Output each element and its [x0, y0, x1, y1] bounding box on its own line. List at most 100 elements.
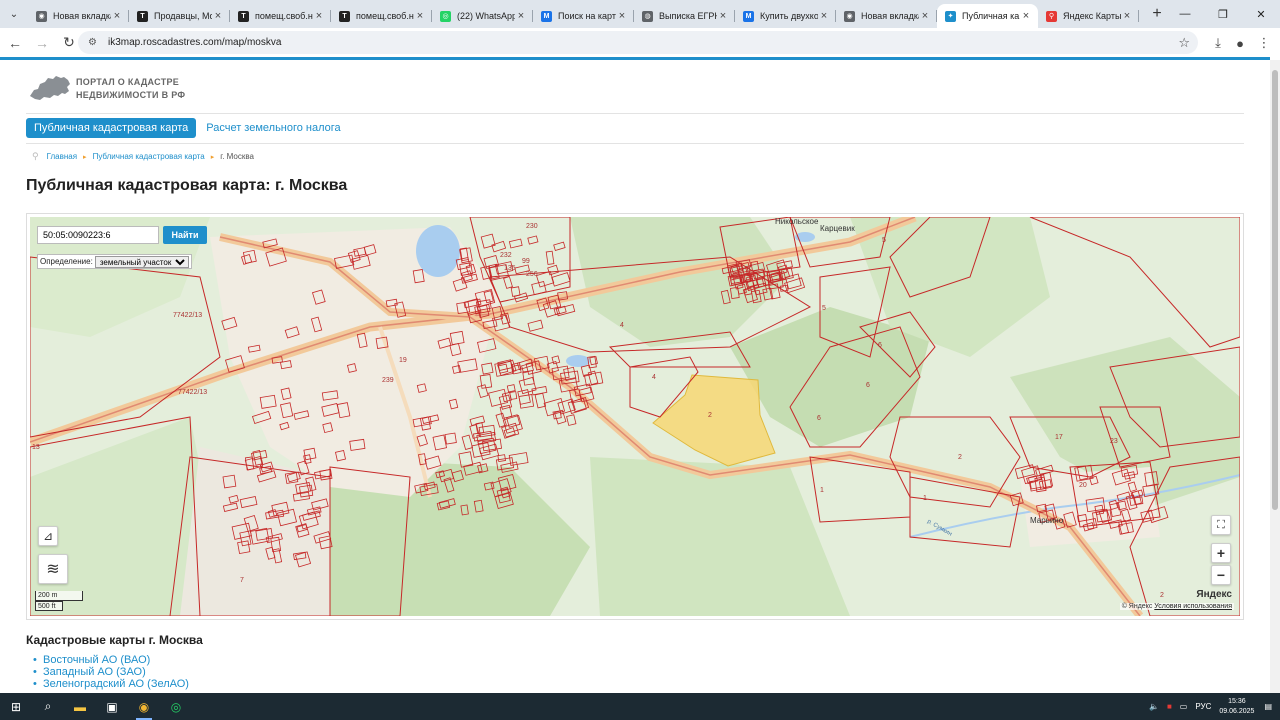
parcel-number-label: 2	[708, 412, 712, 419]
clock-date: 09.06.2025	[1219, 707, 1255, 715]
close-tab-icon[interactable]: ×	[414, 10, 426, 22]
close-tab-icon[interactable]: ×	[919, 10, 931, 22]
tab-title: Продавцы, Мо	[154, 11, 212, 21]
bookmark-star-icon[interactable]: ☆	[1178, 35, 1190, 51]
zoom-out-icon[interactable]: −	[1211, 565, 1231, 585]
map-canvas[interactable]: 4 4 2 5 5 6 6 6 1 1 2 17 23 20 7 2 19 239 77422/13 77422/13…	[30, 217, 1240, 616]
parcel-number-label: 6	[878, 342, 882, 349]
close-tab-icon[interactable]: ×	[818, 10, 830, 22]
map-scale: 200 m 500 ft	[35, 591, 83, 611]
language-indicator[interactable]: РУС	[1195, 702, 1211, 711]
antivirus-icon[interactable]: ■	[1167, 702, 1172, 711]
m-icon: M	[743, 10, 754, 22]
find-button[interactable]: Найти	[163, 226, 207, 244]
browser-menu-icon[interactable]: ⋮	[1252, 31, 1276, 55]
definition-select[interactable]: земельный участок	[94, 255, 189, 268]
browser-tab[interactable]: M Поиск на карт ×	[533, 4, 634, 28]
close-tab-icon[interactable]: ×	[1121, 10, 1133, 22]
tab-title: помещ.своб.н	[255, 11, 313, 21]
parcel-number-label: 23	[1110, 438, 1118, 445]
browser-tab[interactable]: ✦ Публичная ка ×	[937, 4, 1038, 28]
scrollbar-thumb[interactable]	[1272, 70, 1278, 510]
divider	[26, 143, 1244, 144]
map-copyright: © Яндекс Условия использования	[1119, 603, 1234, 610]
forward-icon[interactable]: →	[30, 31, 54, 55]
site-logo[interactable]: ПОРТАЛ О КАДАСТРЕ НЕДВИЖИМОСТИ В РФ	[28, 74, 185, 104]
cadastral-map[interactable]: 4 4 2 5 5 6 6 6 1 1 2 17 23 20 7 2 19 239 77422/13 77422/13…	[30, 217, 1240, 616]
clock[interactable]: 15:36 09.06.2025	[1219, 697, 1254, 717]
browser-tab[interactable]: M Купить двухко ×	[735, 4, 836, 28]
terms-link[interactable]: Условия использования	[1154, 603, 1232, 610]
place-name-label: Карцевик	[820, 224, 855, 233]
zoom-in-icon[interactable]: +	[1211, 543, 1231, 563]
globe-icon: ◍	[642, 10, 653, 22]
site-info-icon[interactable]: ⚙	[88, 37, 102, 48]
yandex-logo: Яндекс	[1196, 589, 1232, 600]
minimize-icon[interactable]: —	[1166, 0, 1204, 28]
browser-tab[interactable]: Tпомещ.своб.н ×	[230, 4, 331, 28]
breadcrumb-home[interactable]: Главная	[47, 152, 77, 161]
breadcrumb-separator-icon: ▸	[83, 153, 87, 161]
download-icon[interactable]: ⤓	[1206, 31, 1230, 55]
close-tab-icon[interactable]: ×	[212, 10, 224, 22]
parcel-number-label: 99	[522, 258, 530, 265]
notifications-icon[interactable]: ▤	[1264, 702, 1272, 711]
close-tab-icon[interactable]: ×	[111, 10, 123, 22]
back-icon[interactable]: ←	[3, 31, 27, 55]
page-scrollbar[interactable]	[1270, 60, 1280, 693]
search-icon[interactable]: ⌕	[32, 693, 64, 720]
close-tab-icon[interactable]: ×	[717, 10, 729, 22]
browser-tab[interactable]: ◉ Новая вкладка ×	[836, 4, 937, 28]
tab-title: Купить двухко	[760, 11, 818, 21]
ppk-icon: ✦	[945, 10, 956, 22]
chrome-taskbar-icon[interactable]: ◉	[128, 693, 160, 720]
close-tab-icon[interactable]: ×	[616, 10, 628, 22]
browser-tab[interactable]: ◍ Выписка ЕГРН ×	[634, 4, 735, 28]
district-link-zelao[interactable]: Зеленоградский АО (ЗелАО)	[33, 678, 189, 690]
russia-map-icon	[30, 76, 70, 100]
parcel-number-label: 5	[882, 237, 886, 244]
file-explorer-icon[interactable]: ▬	[64, 693, 96, 720]
browser-toolbar: ← → ↻ ⚙ ik3map.roscadastres.com/map/mosk…	[0, 28, 1280, 57]
browser-tab[interactable]: ⚲ Яндекс Карты ×	[1038, 4, 1139, 28]
definition-label: Определение:	[40, 257, 93, 266]
district-link-vao[interactable]: Восточный АО (ВАО)	[33, 654, 189, 666]
district-link-zao[interactable]: Западный АО (ЗАО)	[33, 666, 189, 678]
fullscreen-icon[interactable]: ⛶	[1211, 515, 1231, 535]
cadastral-number-input[interactable]	[37, 226, 159, 244]
browser-tab[interactable]: ◉ Новая вкладка ×	[28, 4, 129, 28]
breadcrumb-public-map[interactable]: Публичная кадастровая карта	[93, 152, 205, 161]
browser-tab[interactable]: Tпомещ.своб.н ×	[331, 4, 432, 28]
parcel-number-label: 4	[652, 374, 656, 381]
browser-tab[interactable]: T Продавцы, Мо ×	[129, 4, 230, 28]
menu-item-land-tax[interactable]: Расчет земельного налога	[206, 122, 340, 134]
windows-start-icon[interactable]: ⊞	[0, 693, 32, 720]
parcel-number-label: 19	[399, 357, 407, 364]
close-window-icon[interactable]: ✕	[1242, 0, 1280, 28]
restore-icon[interactable]: ❐	[1204, 0, 1242, 28]
browser-tab[interactable]: ◎ (22) WhatsApp ×	[432, 4, 533, 28]
layers-icon[interactable]: ≋	[38, 554, 68, 584]
parcel-number-label: 7	[240, 577, 244, 584]
address-bar[interactable]: ⚙ ik3map.roscadastres.com/map/moskva ☆	[78, 31, 1198, 54]
ruler-icon[interactable]: ⊿	[38, 526, 58, 546]
scale-imperial: 500 ft	[35, 601, 63, 611]
tab-title: Новая вкладка	[861, 11, 919, 21]
system-tray: 🔈 ■ ▭ РУС 15:36 09.06.2025 ▤	[1149, 693, 1280, 720]
close-tab-icon[interactable]: ×	[313, 10, 325, 22]
menu-item-public-map[interactable]: Публичная кадастровая карта	[26, 118, 197, 138]
close-tab-icon[interactable]: ×	[1020, 10, 1032, 22]
location-pin-icon: ⚲	[32, 151, 39, 161]
parcel-number-label: 77422/13	[178, 389, 207, 396]
close-tab-icon[interactable]: ×	[515, 10, 527, 22]
speaker-icon[interactable]: 🔈	[1149, 702, 1159, 711]
profile-icon[interactable]: ●	[1228, 31, 1252, 55]
whatsapp-taskbar-icon[interactable]: ◎	[160, 693, 192, 720]
cadastral-search: Найти	[37, 226, 207, 244]
store-icon[interactable]: ▣	[96, 693, 128, 720]
m-icon: M	[541, 10, 552, 22]
tab-search-icon[interactable]: ⌄	[0, 0, 28, 28]
chrome-icon: ◉	[844, 10, 855, 22]
parcel-number-label: 230	[526, 223, 538, 230]
network-icon[interactable]: ▭	[1180, 702, 1188, 711]
